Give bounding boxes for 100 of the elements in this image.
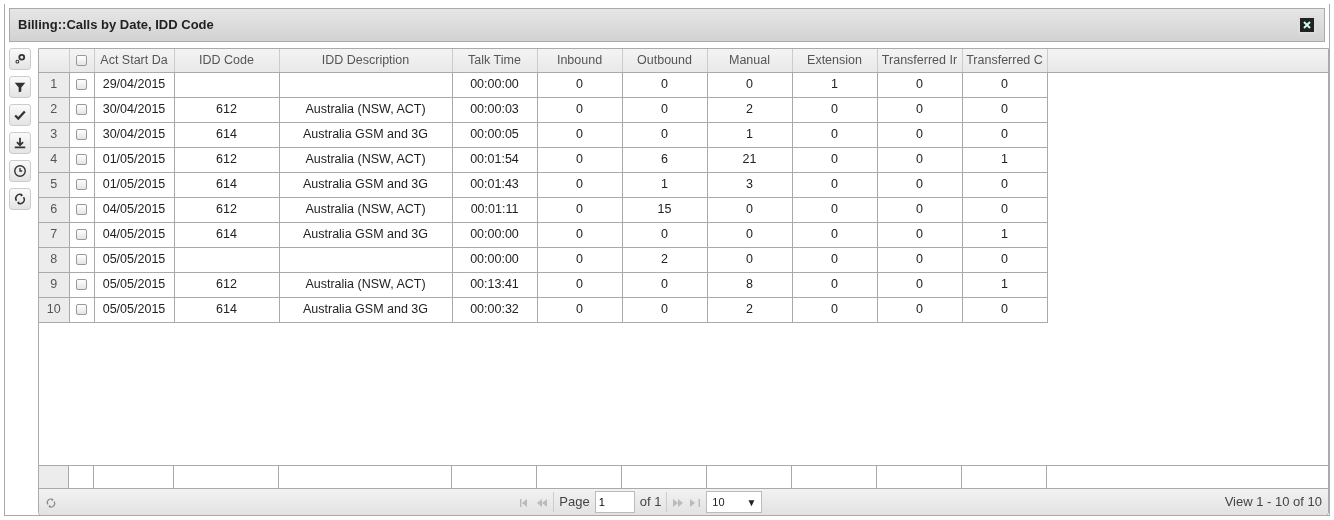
row-checkbox[interactable] [76, 154, 87, 166]
column-header[interactable]: Inbound [537, 49, 622, 72]
row-number: 1 [39, 72, 69, 97]
table-cell: 0 [622, 97, 707, 122]
table-cell: 0 [962, 122, 1047, 147]
page-count: of 1 [639, 493, 662, 512]
table-cell: 1 [622, 172, 707, 197]
column-header[interactable]: Transferred C [962, 49, 1047, 72]
table-cell: 8 [707, 272, 792, 297]
row-checkbox[interactable] [76, 179, 87, 191]
table-cell: 6 [622, 147, 707, 172]
table-cell: 0 [707, 197, 792, 222]
table-cell: 0 [792, 147, 877, 172]
column-header[interactable]: Act Start Da [94, 49, 174, 72]
table-cell: 0 [962, 97, 1047, 122]
clock-button[interactable] [9, 160, 31, 182]
table-cell: 0 [792, 197, 877, 222]
table-cell: 0 [792, 122, 877, 147]
table-cell: 0 [792, 222, 877, 247]
table-cell: Australia (NSW, ACT) [279, 197, 452, 222]
table-cell: 00:13:41 [452, 272, 537, 297]
table-cell: Australia GSM and 3G [279, 172, 452, 197]
table-cell: 0 [877, 247, 962, 272]
column-header[interactable]: Transferred Ir [877, 49, 962, 72]
table-cell: 05/05/2015 [94, 297, 174, 322]
record-summary: View 1 - 10 of 10 [1224, 493, 1322, 512]
table-cell: 614 [174, 122, 279, 147]
page-size-select[interactable]: 10 ▼ [706, 491, 763, 513]
table-cell: 00:01:54 [452, 147, 537, 172]
table-cell: 0 [537, 122, 622, 147]
table-cell: 0 [537, 172, 622, 197]
select-all-checkbox[interactable] [76, 55, 87, 67]
table-cell: 0 [962, 297, 1047, 322]
close-button[interactable] [1298, 16, 1316, 34]
table-cell: 04/05/2015 [94, 197, 174, 222]
table-cell: 1 [962, 222, 1047, 247]
table-cell: 0 [537, 247, 622, 272]
table-cell: 614 [174, 297, 279, 322]
columns-icon [13, 52, 27, 66]
refresh-icon[interactable] [45, 496, 57, 509]
table-cell: 0 [877, 222, 962, 247]
table-cell: 614 [174, 172, 279, 197]
table-cell: Australia (NSW, ACT) [279, 97, 452, 122]
column-header[interactable]: Outbound [622, 49, 707, 72]
table-cell: 30/04/2015 [94, 97, 174, 122]
table-cell: 2 [707, 97, 792, 122]
check-icon [13, 108, 27, 122]
row-number: 7 [39, 222, 69, 247]
table-cell: 0 [792, 297, 877, 322]
row-checkbox[interactable] [76, 79, 87, 91]
row-checkbox[interactable] [76, 254, 87, 266]
table-cell: 00:00:00 [452, 247, 537, 272]
table-cell: 00:01:43 [452, 172, 537, 197]
table-cell: 612 [174, 272, 279, 297]
table-cell: 0 [877, 172, 962, 197]
table-cell: 21 [707, 147, 792, 172]
row-number: 6 [39, 197, 69, 222]
row-number: 10 [39, 297, 69, 322]
table-cell: 0 [537, 272, 622, 297]
table-cell: 0 [792, 272, 877, 297]
table-cell: Australia GSM and 3G [279, 222, 452, 247]
table-cell: 0 [537, 197, 622, 222]
table-cell: 1 [962, 147, 1047, 172]
table-cell: 05/05/2015 [94, 272, 174, 297]
row-number: 2 [39, 97, 69, 122]
table-cell: 0 [877, 197, 962, 222]
filter-button[interactable] [9, 76, 31, 98]
table-cell: 2 [622, 247, 707, 272]
table-cell: 1 [792, 72, 877, 97]
table-cell: 0 [877, 122, 962, 147]
column-header[interactable]: Talk Time [452, 49, 537, 72]
table-cell: 0 [962, 197, 1047, 222]
table-cell: 0 [792, 247, 877, 272]
column-header[interactable]: Manual [707, 49, 792, 72]
column-header[interactable]: Extension [792, 49, 877, 72]
table-cell: 0 [537, 72, 622, 97]
row-checkbox[interactable] [76, 304, 87, 316]
refresh-icon [13, 192, 27, 206]
download-button[interactable] [9, 132, 31, 154]
table-cell: 0 [877, 147, 962, 172]
page-input[interactable]: 1 [594, 491, 635, 513]
table-cell: Australia (NSW, ACT) [279, 272, 452, 297]
table-cell: 05/05/2015 [94, 247, 174, 272]
row-number: 3 [39, 122, 69, 147]
table-cell: 0 [622, 297, 707, 322]
row-checkbox[interactable] [76, 279, 87, 291]
row-number: 8 [39, 247, 69, 272]
column-header[interactable]: IDD Code [174, 49, 279, 72]
table-cell: 2 [707, 297, 792, 322]
refresh-button[interactable] [9, 188, 31, 210]
table-cell: 0 [877, 272, 962, 297]
column-header[interactable]: IDD Description [279, 49, 452, 72]
table-cell: Australia GSM and 3G [279, 122, 452, 147]
columns-button[interactable] [9, 48, 31, 70]
row-checkbox[interactable] [76, 129, 87, 141]
row-checkbox[interactable] [76, 104, 87, 116]
check-button[interactable] [9, 104, 31, 126]
table-cell: 1 [962, 272, 1047, 297]
row-checkbox[interactable] [76, 204, 87, 216]
row-checkbox[interactable] [76, 229, 87, 241]
